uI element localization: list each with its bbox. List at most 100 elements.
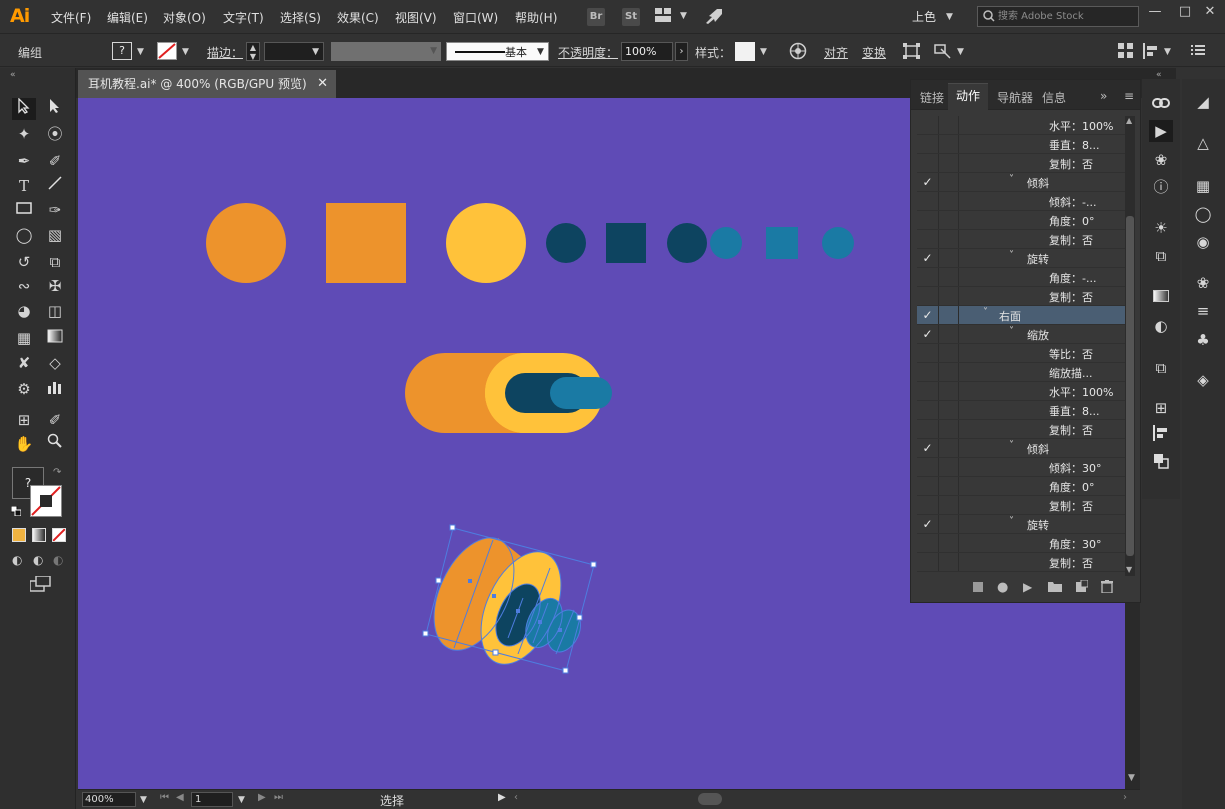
stock-search-input[interactable]: 搜索 Adobe Stock bbox=[977, 6, 1139, 27]
actions-scrollbar[interactable]: ▲ ▼ bbox=[1125, 116, 1135, 576]
dialog-toggle-box[interactable] bbox=[939, 382, 959, 400]
dialog-toggle-box[interactable] bbox=[939, 496, 959, 514]
tab-links[interactable]: 链接 bbox=[920, 89, 944, 106]
chevron-down-icon[interactable]: ▼ bbox=[137, 47, 144, 57]
action-row[interactable]: 倾斜：30° bbox=[917, 458, 1125, 477]
toggle-item-checkbox[interactable] bbox=[917, 287, 939, 305]
transform-panel-icon[interactable]: ⧉ bbox=[1149, 245, 1173, 267]
minimize-button[interactable]: — bbox=[1140, 2, 1170, 22]
action-row[interactable]: 水平：100% bbox=[917, 382, 1125, 401]
chevron-down-icon[interactable]: ▼ bbox=[140, 795, 147, 805]
action-row[interactable]: 水平：100% bbox=[917, 116, 1125, 135]
tab-actions[interactable]: 动作 bbox=[948, 83, 989, 110]
symbols-icon[interactable]: ❀ bbox=[1191, 272, 1215, 294]
chevron-down-icon[interactable]: ▼ bbox=[537, 47, 544, 57]
dialog-toggle-box[interactable] bbox=[939, 192, 959, 210]
action-row[interactable]: 角度：0° bbox=[917, 211, 1125, 230]
chevron-down-icon[interactable]: ▼ bbox=[946, 12, 953, 22]
action-row[interactable]: 倾斜：-... bbox=[917, 192, 1125, 211]
fill-swatch[interactable]: ? bbox=[112, 42, 132, 60]
toggle-item-checkbox[interactable] bbox=[917, 192, 939, 210]
draw-inside-icon[interactable]: ◐ bbox=[53, 553, 63, 567]
toggle-item-checkbox[interactable]: ✓ bbox=[917, 515, 939, 533]
lasso-tool-icon[interactable]: ⦿ bbox=[43, 123, 67, 145]
chevron-down-icon[interactable]: ˅ bbox=[1009, 440, 1014, 451]
action-row[interactable]: 复制：否 bbox=[917, 496, 1125, 515]
stroke-weight-stepper[interactable]: ▲ ▼ bbox=[246, 42, 260, 61]
toggle-item-checkbox[interactable] bbox=[917, 116, 939, 134]
dialog-toggle-box[interactable] bbox=[939, 211, 959, 229]
first-artboard-icon[interactable]: ⏮ bbox=[160, 792, 169, 803]
action-row[interactable]: 复制：否 bbox=[917, 420, 1125, 439]
layers-icon[interactable]: ◈ bbox=[1191, 369, 1215, 391]
zoom-tool-icon[interactable] bbox=[43, 433, 67, 455]
column-graph-tool-icon[interactable] bbox=[43, 378, 67, 400]
chevron-down-icon[interactable]: ˅ bbox=[1009, 516, 1014, 527]
menu-select[interactable]: 选择(S) bbox=[280, 9, 321, 26]
menu-edit[interactable]: 编辑(E) bbox=[107, 9, 148, 26]
export-icon[interactable]: ⧉ bbox=[1149, 357, 1173, 379]
status-menu-icon[interactable]: ▶ bbox=[498, 792, 506, 803]
shaper-tool-icon[interactable]: ◯ bbox=[12, 224, 36, 246]
toggle-item-checkbox[interactable] bbox=[917, 382, 939, 400]
chevron-down-icon[interactable]: ▼ bbox=[957, 47, 964, 57]
draw-normal-icon[interactable]: ◐ bbox=[12, 553, 22, 567]
menu-object[interactable]: 对象(O) bbox=[163, 9, 206, 26]
toggle-item-checkbox[interactable] bbox=[917, 401, 939, 419]
puppet-warp-icon[interactable] bbox=[934, 43, 951, 62]
dialog-toggle-box[interactable] bbox=[939, 534, 959, 552]
action-row[interactable]: 缩放描... bbox=[917, 363, 1125, 382]
chevron-down-icon[interactable]: ▼ bbox=[760, 47, 767, 57]
recolor-icon[interactable] bbox=[789, 42, 807, 63]
horizontal-scroll-thumb[interactable] bbox=[698, 793, 722, 805]
dialog-toggle-box[interactable] bbox=[939, 325, 959, 343]
color-guide-icon[interactable]: ◉ bbox=[1191, 231, 1215, 253]
action-row[interactable]: ✓ ˅ 旋转 bbox=[917, 249, 1125, 268]
toggle-item-checkbox[interactable]: ✓ bbox=[917, 249, 939, 267]
menu-window[interactable]: 窗口(W) bbox=[453, 9, 498, 26]
menu-view[interactable]: 视图(V) bbox=[395, 9, 437, 26]
symbol-sprayer-tool-icon[interactable]: ⚙ bbox=[12, 378, 36, 400]
toggle-item-checkbox[interactable]: ✓ bbox=[917, 325, 939, 343]
navigator-icon[interactable]: ❀ bbox=[1149, 149, 1173, 171]
libraries-icon[interactable]: △ bbox=[1191, 132, 1215, 154]
action-row[interactable]: 等比：否 bbox=[917, 344, 1125, 363]
none-mode-icon[interactable] bbox=[52, 528, 66, 542]
direct-selection-tool-icon[interactable] bbox=[43, 98, 67, 120]
workspace-switcher[interactable]: 上色 bbox=[912, 8, 936, 25]
panel-menu-icon[interactable]: ≡ bbox=[1124, 89, 1134, 103]
eyedropper-tool-icon[interactable]: ✘ bbox=[12, 352, 36, 374]
dialog-toggle-box[interactable] bbox=[939, 439, 959, 457]
zoom-field[interactable]: 400% bbox=[82, 792, 136, 807]
line-tool-icon[interactable] bbox=[43, 175, 67, 197]
close-button[interactable]: ✕ bbox=[1195, 2, 1225, 22]
tab-navigator[interactable]: 导航器 bbox=[997, 89, 1033, 106]
prev-artboard-icon[interactable]: ◀ bbox=[176, 792, 184, 803]
actions-icon[interactable]: ▶ bbox=[1149, 120, 1173, 142]
graphic-style-swatch[interactable] bbox=[735, 42, 755, 61]
toggle-item-checkbox[interactable]: ✓ bbox=[917, 173, 939, 191]
toggle-item-checkbox[interactable] bbox=[917, 154, 939, 172]
expand-panels-icon[interactable]: « bbox=[1156, 70, 1162, 80]
stop-recording-icon[interactable] bbox=[973, 582, 983, 592]
tab-info[interactable]: 信息 bbox=[1042, 89, 1066, 106]
chevron-down-icon[interactable]: ▼ bbox=[680, 11, 687, 21]
toggle-item-checkbox[interactable] bbox=[917, 534, 939, 552]
dialog-toggle-box[interactable] bbox=[939, 477, 959, 495]
dialog-toggle-box[interactable] bbox=[939, 420, 959, 438]
puppet-warp-tool-icon[interactable]: ✠ bbox=[43, 275, 67, 297]
menu-type[interactable]: 文字(T) bbox=[223, 9, 264, 26]
stroke-weight-field[interactable]: ▼ bbox=[264, 42, 324, 61]
action-row[interactable]: 角度：-... bbox=[917, 268, 1125, 287]
toggle-item-checkbox[interactable] bbox=[917, 211, 939, 229]
toggle-item-checkbox[interactable]: ✓ bbox=[917, 439, 939, 457]
draw-behind-icon[interactable]: ◐ bbox=[33, 553, 43, 567]
dialog-toggle-box[interactable] bbox=[939, 287, 959, 305]
toggle-item-checkbox[interactable] bbox=[917, 496, 939, 514]
dialog-toggle-box[interactable] bbox=[939, 306, 959, 324]
collapse-toolbar-icon[interactable]: « bbox=[10, 70, 16, 80]
dialog-toggle-box[interactable] bbox=[939, 154, 959, 172]
new-action-icon[interactable] bbox=[1076, 579, 1089, 595]
dialog-toggle-box[interactable] bbox=[939, 553, 959, 571]
toggle-item-checkbox[interactable] bbox=[917, 477, 939, 495]
